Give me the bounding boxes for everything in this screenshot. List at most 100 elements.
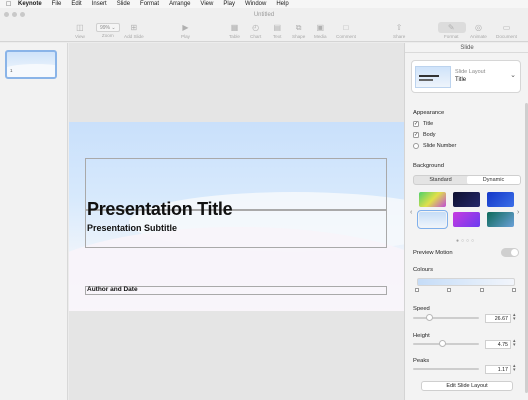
peaks-label: Peaks [413,358,430,364]
height-slider-knob[interactable] [439,340,447,347]
menu-slide[interactable]: Slide [117,1,130,7]
animate-button[interactable]: ◎ Animate [470,23,487,39]
height-value-field[interactable]: 4.75 [485,340,511,349]
play-button[interactable]: ▶ Play [181,23,190,39]
document-button[interactable]: ▭ Document [496,23,517,39]
colour-stop-2[interactable] [447,288,451,292]
menu-insert[interactable]: Insert [92,1,107,7]
background-segmented-control[interactable]: Standard Dynamic [413,175,521,185]
title-checkbox[interactable]: ✓ [413,121,419,127]
zoom-control[interactable]: 99% ⌄ Zoom [96,23,120,38]
menu-bar:  Keynote File Edit Insert Slide Format … [0,0,528,8]
menu-file[interactable]: File [52,1,62,7]
chevron-down-icon: ⌄ [510,72,516,79]
colour-gradient-bar[interactable] [417,278,515,286]
slide-thumbnail[interactable] [5,50,57,79]
menu-window[interactable]: Window [245,1,266,7]
shape-icon: ⧉ [295,23,302,32]
preview-motion-toggle[interactable] [501,248,519,257]
height-stepper[interactable]: ▴ ▾ [513,339,516,348]
speed-slider-knob[interactable] [426,314,433,321]
background-swatches [417,192,515,229]
segment-dynamic[interactable]: Dynamic [467,176,520,184]
swatch-purple[interactable] [453,212,480,227]
format-button[interactable]: ✎ Format [444,23,459,39]
colours-heading: Colours [413,267,433,273]
slide-layout-label: Slide Layout [455,69,486,75]
slide-author-date[interactable]: Author and Date [87,286,138,293]
swatch-blue[interactable] [487,192,514,207]
title-checkbox-row[interactable]: ✓ Title [413,121,433,127]
menu-edit[interactable]: Edit [71,1,81,7]
media-button[interactable]: ▣ Media [314,23,327,39]
menu-arrange[interactable]: Arrange [169,1,190,7]
swatch-teal[interactable] [487,212,514,227]
colour-stop-3[interactable] [480,288,484,292]
background-heading: Background [413,163,444,169]
slide-canvas: Presentation Title Presentation Subtitle… [69,43,404,400]
swatch-midnight[interactable] [453,192,480,207]
chart-button[interactable]: ◴ Chart [250,23,261,39]
speed-stepper[interactable]: ▴ ▾ [513,313,516,322]
chevron-right-icon[interactable]: › [517,209,519,216]
media-icon: ▣ [316,23,325,32]
speed-value-field[interactable]: 26.67 [485,314,511,323]
slide[interactable]: Presentation Title Presentation Subtitle… [69,122,404,311]
add-slide-icon: ⊞ [130,23,138,32]
slide-thumbnail-number: 1 [10,68,13,73]
menu-play[interactable]: Play [223,1,235,7]
layout-preview-title-line [419,75,439,77]
segment-standard[interactable]: Standard [414,176,467,184]
comment-icon: □ [343,23,349,32]
chevron-left-icon[interactable]: ‹ [410,209,412,216]
share-button[interactable]: ⇧ Share [393,23,405,39]
slide-number-checkbox-row[interactable]: Slide Number [413,143,456,149]
text-icon: ▤ [273,23,281,32]
preview-motion-label: Preview Motion [413,250,453,256]
layout-preview-subtitle-line [419,79,433,81]
toolbar: Untitled ◫ View 99% ⌄ Zoom ⊞ Add Slide ▶… [0,8,528,42]
edit-slide-layout-button[interactable]: Edit Slide Layout [421,381,513,391]
play-icon: ▶ [182,23,189,32]
slide-number-checkbox[interactable] [413,143,419,149]
slide-layout-selector[interactable]: Slide Layout Title ⌄ [411,60,521,93]
menu-keynote[interactable]: Keynote [18,1,42,7]
body-checkbox[interactable]: ✓ [413,132,419,138]
speed-label: Speed [413,306,430,312]
swatch-sky[interactable] [417,210,448,229]
body-checkbox-row[interactable]: ✓ Body [413,132,436,138]
apple-menu-icon[interactable]:  [6,1,18,8]
slide-layout-value: Title [455,77,467,83]
slide-title[interactable]: Presentation Title [87,199,233,220]
menu-help[interactable]: Help [276,1,288,7]
colour-stop-4[interactable] [512,288,516,292]
sidebar-icon: ◫ [76,23,84,32]
shape-button[interactable]: ⧉ Shape [292,23,305,39]
comment-button[interactable]: □ Comment [336,23,356,39]
inspector-panel: Slide Slide Layout Title ⌄ Appearance ✓ … [404,43,528,400]
swatch-page-dots: ●○○○ [456,238,477,244]
add-slide-button[interactable]: ⊞ Add Slide [124,23,144,39]
document-icon: ▭ [502,23,511,32]
menu-format[interactable]: Format [140,1,159,7]
menu-view[interactable]: View [200,1,213,7]
slide-navigator: 1 [0,43,68,400]
toggle-knob [511,249,518,256]
keynote-window: Untitled ◫ View 99% ⌄ Zoom ⊞ Add Slide ▶… [0,8,528,400]
peaks-slider-track[interactable] [413,368,479,370]
peaks-stepper[interactable]: ▴ ▾ [513,364,516,373]
appearance-heading: Appearance [413,110,445,116]
inspector-tab-slide[interactable]: Slide [405,43,528,53]
colour-stop-1[interactable] [415,288,419,292]
chart-icon: ◴ [252,23,260,32]
table-button[interactable]: ▦ Table [229,23,240,39]
swatch-rainbow[interactable] [419,192,446,207]
slide-subtitle[interactable]: Presentation Subtitle [87,223,177,233]
height-label: Height [413,333,430,339]
view-button[interactable]: ◫ View [75,23,85,39]
speed-slider-track[interactable] [413,317,479,319]
peaks-value-field[interactable]: 1.17 [485,365,511,374]
text-button[interactable]: ▤ Text [273,23,281,39]
zoom-select[interactable]: 99% ⌄ [96,23,120,32]
animate-icon: ◎ [474,23,482,32]
